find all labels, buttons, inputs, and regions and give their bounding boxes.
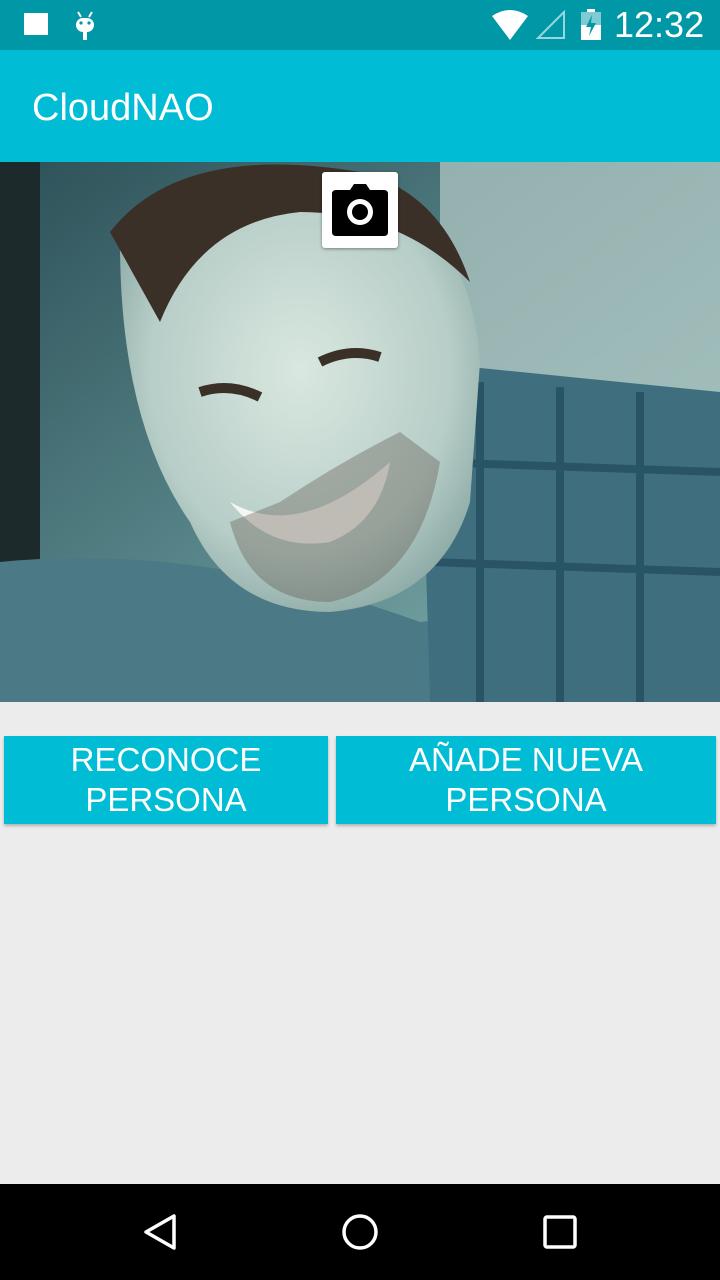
home-icon[interactable] (340, 1212, 380, 1252)
android-debug-icon (76, 11, 94, 40)
battery-charging-icon (581, 9, 601, 40)
notification-square-icon (24, 13, 48, 35)
cell-signal-icon (536, 10, 565, 39)
add-new-person-button[interactable]: AÑADE NUEVA PERSONA (336, 736, 716, 824)
wifi-icon (492, 10, 528, 40)
app-bar: CloudNAO (0, 50, 720, 162)
status-time: 12:32 (614, 4, 705, 45)
take-photo-button[interactable] (322, 172, 398, 248)
status-bar: 12:32 (0, 0, 720, 50)
app-title: CloudNAO (32, 87, 214, 129)
recents-icon[interactable] (542, 1214, 578, 1250)
navigation-bar (0, 1184, 720, 1280)
camera-icon (332, 184, 388, 236)
recognize-person-button[interactable]: RECONOCE PERSONA (4, 736, 328, 824)
back-icon[interactable] (140, 1212, 180, 1252)
